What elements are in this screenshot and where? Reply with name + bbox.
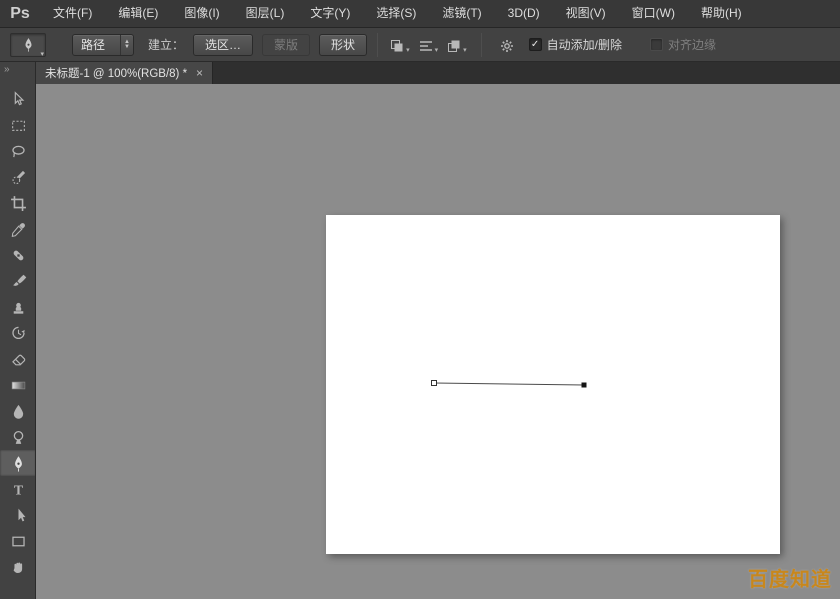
path-selection-icon — [10, 507, 27, 524]
move-tool[interactable] — [0, 86, 36, 112]
menu-bar-items: 文件(F) 编辑(E) 图像(I) 图层(L) 文字(Y) 选择(S) 滤镜(T… — [40, 0, 755, 27]
rectangle-icon — [10, 533, 27, 550]
menu-help[interactable]: 帮助(H) — [688, 0, 755, 27]
hand-tool[interactable] — [0, 554, 36, 580]
lasso-icon — [10, 143, 27, 160]
photoshop-window: Ps 文件(F) 编辑(E) 图像(I) 图层(L) 文字(Y) 选择(S) 滤… — [0, 0, 840, 599]
clone-stamp-tool[interactable] — [0, 294, 36, 320]
make-label: 建立： — [148, 36, 184, 53]
dodge-icon — [10, 429, 27, 446]
separator — [377, 33, 378, 57]
crop-icon — [10, 195, 27, 212]
pen-tool-icon — [21, 37, 36, 52]
tool-column — [0, 86, 35, 580]
gradient-tool[interactable] — [0, 372, 36, 398]
tool-preset-picker[interactable]: ▾ — [10, 33, 46, 57]
quick-selection-tool[interactable] — [0, 164, 36, 190]
menu-view[interactable]: 视图(V) — [553, 0, 619, 27]
brush-icon — [10, 273, 27, 290]
menu-bar: Ps 文件(F) 编辑(E) 图像(I) 图层(L) 文字(Y) 选择(S) 滤… — [0, 0, 840, 28]
path-alignment-button[interactable]: ▾ — [414, 34, 443, 56]
hand-icon — [10, 559, 27, 576]
path-arrangement-button[interactable]: ▾ — [442, 34, 471, 56]
spot-healing-brush-icon — [10, 247, 27, 264]
tool-mode-value: 路径 — [73, 36, 120, 53]
pen-tool[interactable] — [0, 450, 36, 476]
caret-down-icon: ▾ — [406, 46, 410, 56]
menu-file[interactable]: 文件(F) — [40, 0, 105, 27]
path-arrangement-icon — [446, 38, 462, 54]
blur-icon — [10, 403, 27, 420]
rectangular-marquee-tool[interactable] — [0, 112, 36, 138]
pen-icon — [10, 455, 27, 472]
canvas[interactable] — [326, 215, 780, 554]
tools-panel-collapse[interactable]: » — [0, 62, 35, 78]
type-tool[interactable] — [0, 476, 36, 502]
caret-down-icon: ▾ — [40, 51, 44, 58]
auto-add-delete-label: 自动添加/删除 — [547, 36, 622, 53]
document-tab-bar: 未标题-1 @ 100%(RGB/8) * × — [36, 62, 840, 84]
menu-filter[interactable]: 滤镜(T) — [429, 0, 494, 27]
make-shape-button[interactable]: 形状 — [319, 34, 367, 56]
photoshop-logo: Ps — [0, 5, 40, 23]
separator — [481, 33, 482, 57]
auto-add-delete-checkbox[interactable]: ✓ — [529, 38, 542, 51]
menu-type[interactable]: 文字(Y) — [297, 0, 363, 27]
path-alignment-icon — [418, 38, 434, 54]
quick-selection-icon — [10, 169, 27, 186]
pasteboard: 百度知道 — [36, 84, 840, 599]
blur-tool[interactable] — [0, 398, 36, 424]
rectangle-tool[interactable] — [0, 528, 36, 554]
dodge-tool[interactable] — [0, 424, 36, 450]
eraser-icon — [10, 351, 27, 368]
menu-select[interactable]: 选择(S) — [363, 0, 429, 27]
clone-stamp-icon — [10, 299, 27, 316]
menu-3d[interactable]: 3D(D) — [495, 0, 553, 27]
spot-healing-brush-tool[interactable] — [0, 242, 36, 268]
move-icon — [10, 91, 27, 108]
make-mask-button[interactable]: 蒙版 — [262, 34, 310, 56]
watermark: 百度知道 — [748, 563, 832, 592]
history-brush-tool[interactable] — [0, 320, 36, 346]
document-tab[interactable]: 未标题-1 @ 100%(RGB/8) * × — [36, 62, 213, 84]
pen-path-overlay — [326, 215, 780, 554]
lasso-tool[interactable] — [0, 138, 36, 164]
eyedropper-tool[interactable] — [0, 216, 36, 242]
check-icon: ✓ — [531, 40, 539, 50]
eraser-tool[interactable] — [0, 346, 36, 372]
rectangular-marquee-icon — [10, 117, 27, 134]
caret-down-icon: ▾ — [435, 46, 439, 56]
tools-panel: » — [0, 62, 36, 599]
eyedropper-icon — [10, 221, 27, 238]
make-selection-button[interactable]: 选区… — [193, 34, 253, 56]
document-tab-title: 未标题-1 @ 100%(RGB/8) * — [45, 65, 187, 81]
pen-path-segment[interactable] — [434, 383, 584, 385]
gear-icon — [499, 38, 515, 54]
path-selection-tool[interactable] — [0, 502, 36, 528]
gradient-icon — [10, 377, 27, 394]
crop-tool[interactable] — [0, 190, 36, 216]
history-brush-icon — [10, 325, 27, 342]
path-anchor-hollow[interactable] — [432, 381, 437, 386]
tool-mode-dropdown[interactable]: 路径 ▲▼ — [72, 34, 134, 56]
path-operations-icon — [389, 38, 405, 54]
pen-options-gear-button[interactable] — [495, 34, 519, 56]
align-edges-label: 对齐边缘 — [668, 36, 716, 53]
auto-add-delete-group: ✓ 自动添加/删除 — [529, 36, 622, 53]
caret-down-icon: ▾ — [463, 46, 467, 56]
menu-window[interactable]: 窗口(W) — [619, 0, 688, 27]
menu-image[interactable]: 图像(I) — [171, 0, 232, 27]
align-edges-checkbox[interactable] — [650, 38, 663, 51]
path-operations-button[interactable]: ▾ — [385, 34, 414, 56]
brush-tool[interactable] — [0, 268, 36, 294]
path-anchor-filled[interactable] — [582, 383, 587, 388]
dropdown-spinner-icon: ▲▼ — [120, 35, 133, 55]
align-edges-group: 对齐边缘 — [650, 36, 716, 53]
close-icon[interactable]: × — [196, 66, 203, 80]
menu-layer[interactable]: 图层(L) — [233, 0, 298, 27]
tool-options-bar: ▾ 路径 ▲▼ 建立： 选区… 蒙版 形状 ▾ ▾ ▾ ✓ — [0, 28, 840, 62]
type-icon — [10, 481, 27, 498]
menu-edit[interactable]: 编辑(E) — [105, 0, 171, 27]
